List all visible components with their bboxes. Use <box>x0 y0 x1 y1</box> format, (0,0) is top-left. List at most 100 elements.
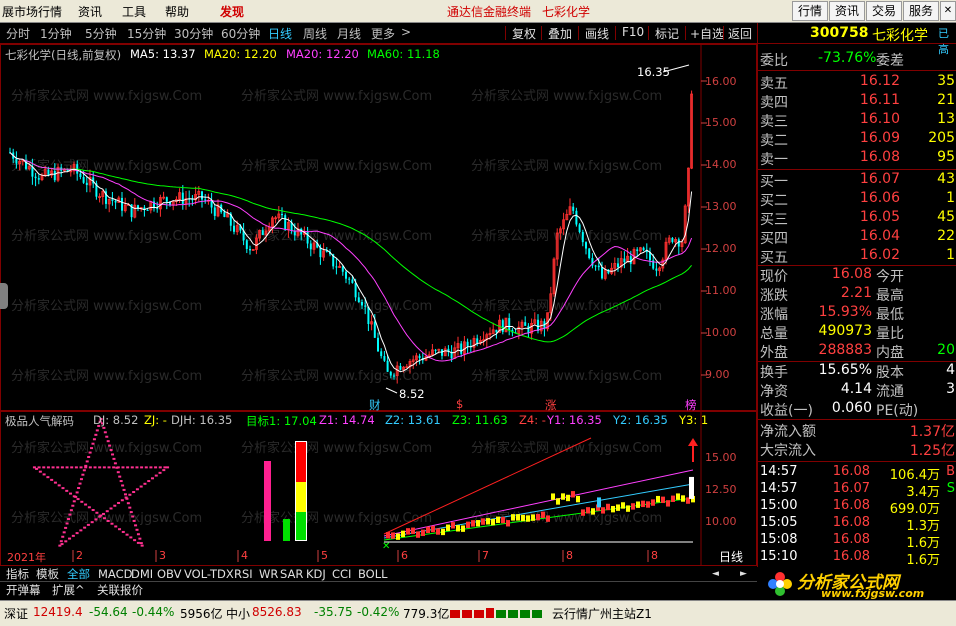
add-watchlist-button[interactable]: +自选 <box>690 25 724 42</box>
ask-row[interactable]: 卖二 16.09 205 <box>760 130 955 149</box>
candle-body <box>578 224 581 233</box>
danmaku-toggle[interactable]: 开弹幕 <box>6 582 41 598</box>
period-60min[interactable]: 60分钟 <box>221 25 260 42</box>
ask-row[interactable]: 卖三 16.10 13 <box>760 111 955 130</box>
news-button[interactable]: 资讯 <box>829 1 865 21</box>
candle-body <box>348 278 351 280</box>
tab-kdj[interactable]: KDJ <box>306 566 326 582</box>
star-segment <box>74 466 78 469</box>
period-15min[interactable]: 15分钟 <box>127 25 166 42</box>
panel-collapse-handle[interactable] <box>0 283 8 309</box>
f10-button[interactable]: F10 <box>622 25 644 39</box>
draw-line-button[interactable]: 画线 <box>585 25 609 42</box>
bid-row[interactable]: 买三 16.05 45 <box>760 209 955 228</box>
window-close-icon[interactable]: ✕ <box>940 1 956 21</box>
overlay-button[interactable]: 叠加 <box>548 25 572 42</box>
menu-tools[interactable]: 工具 <box>122 3 146 20</box>
tab-vol-tdx[interactable]: VOL-TDX <box>184 566 234 582</box>
indicator-plot[interactable]: ✕ <box>1 412 756 565</box>
star-segment <box>88 466 92 469</box>
tab-indicator[interactable]: 指标 <box>6 566 29 582</box>
candle-body <box>393 375 395 377</box>
tab-obv[interactable]: OBV <box>157 566 181 582</box>
flow-row: 净流入额 1.37亿 <box>760 421 955 440</box>
quote-button[interactable]: 行情 <box>792 1 828 21</box>
tab-dmi[interactable]: DMI <box>131 566 153 582</box>
star-segment <box>72 500 76 503</box>
scroll-left-icon[interactable]: ◄ <box>712 566 719 582</box>
tab-wr[interactable]: WR <box>259 566 278 582</box>
candle-body <box>361 301 363 306</box>
flow-label: 净流入额 <box>760 424 816 440</box>
bid-row[interactable]: 买一 16.07 43 <box>760 171 955 190</box>
tab-macd[interactable]: MACD <box>98 566 132 582</box>
candle-body <box>47 169 50 176</box>
period-30min[interactable]: 30分钟 <box>174 25 213 42</box>
mark-button[interactable]: 标记 <box>655 25 679 42</box>
tab-sar[interactable]: SAR <box>280 566 303 582</box>
mini-candle <box>666 500 670 507</box>
bid-row[interactable]: 买二 16.06 1 <box>760 190 955 209</box>
star-segment <box>42 466 46 469</box>
period-daily[interactable]: 日线 <box>268 25 292 42</box>
bid-volume: 45 <box>937 209 955 225</box>
period-1min[interactable]: 1分钟 <box>40 25 72 42</box>
fuquan-button[interactable]: 复权 <box>512 25 536 42</box>
service-button[interactable]: 服务 <box>903 1 939 21</box>
trade-button[interactable]: 交易 <box>866 1 902 21</box>
extend-toggle[interactable]: 扩展^ <box>52 582 85 598</box>
stat-value: 15.93% <box>818 304 872 320</box>
star-segment <box>122 488 126 491</box>
star-segment <box>61 487 65 490</box>
ask-row[interactable]: 卖四 16.11 21 <box>760 92 955 111</box>
period-more[interactable]: 更多 <box>371 25 395 42</box>
indicator-name[interactable]: 极品人气解码 <box>5 413 74 429</box>
chevron-right-icon[interactable]: > <box>401 25 411 39</box>
back-button[interactable]: 返回 <box>728 25 752 42</box>
mini-candle <box>491 518 495 526</box>
period-weekly[interactable]: 周线 <box>303 25 327 42</box>
tab-boll[interactable]: BOLL <box>358 566 388 582</box>
y-tick: 16.00 <box>705 75 737 88</box>
dividend-marker[interactable]: $ <box>456 397 463 411</box>
y-tick: 11.00 <box>705 284 737 297</box>
mini-candle <box>566 494 570 502</box>
indicator-panel[interactable]: 分析家公式网 www.fxjgsw.Com 分析家公式网 www.fxjgsw.… <box>0 411 757 566</box>
y-tick: 10.00 <box>705 515 737 528</box>
menu-news[interactable]: 资讯 <box>78 3 102 20</box>
period-tick[interactable]: 分时 <box>6 25 30 42</box>
star-segment <box>116 471 120 474</box>
candle-body <box>389 371 392 376</box>
window-stock-name: 七彩化学 <box>542 5 591 19</box>
sz-index-label[interactable]: 深证 <box>4 605 28 622</box>
bid-volume: 43 <box>937 171 955 187</box>
ask-row[interactable]: 卖五 16.12 35 <box>760 73 955 92</box>
y-tick: 12.50 <box>705 483 737 496</box>
zx-index-label[interactable]: 中小 <box>226 605 250 622</box>
kline-chart[interactable]: 分析家公式网 www.fxjgsw.Com 分析家公式网 www.fxjgsw.… <box>0 44 757 412</box>
sz-index-amount: 5956亿 <box>180 607 223 621</box>
kline-plot[interactable] <box>1 45 756 410</box>
bid-row[interactable]: 买五 16.02 1 <box>760 247 955 266</box>
stat-value: 490973 <box>818 323 872 339</box>
period-label[interactable]: 日线 <box>719 548 743 565</box>
star-segment <box>87 506 91 509</box>
tab-template[interactable]: 模板 <box>36 566 59 582</box>
scroll-right-icon[interactable]: ► <box>740 566 747 582</box>
tab-rsi[interactable]: RSI <box>234 566 253 582</box>
related-quotes-button[interactable]: 关联报价 <box>97 582 143 598</box>
tab-cci[interactable]: CCI <box>332 566 351 582</box>
star-segment <box>110 522 114 525</box>
server-status[interactable]: 云行情广州主站Z1 <box>552 605 652 622</box>
mini-candle <box>521 514 525 522</box>
ask-row[interactable]: 卖一 16.08 95 <box>760 149 955 168</box>
tab-all[interactable]: 全部 <box>67 566 90 582</box>
menu-market[interactable]: 展市场行情 <box>2 3 62 20</box>
weicha-label: 委差 <box>876 53 904 69</box>
period-monthly[interactable]: 月线 <box>337 25 361 42</box>
period-5min[interactable]: 5分钟 <box>85 25 117 42</box>
app-title: 通达信金融终端 <box>447 5 532 19</box>
bid-row[interactable]: 买四 16.04 22 <box>760 228 955 247</box>
menu-discover[interactable]: 发现 <box>220 3 244 20</box>
menu-help[interactable]: 帮助 <box>165 3 189 20</box>
